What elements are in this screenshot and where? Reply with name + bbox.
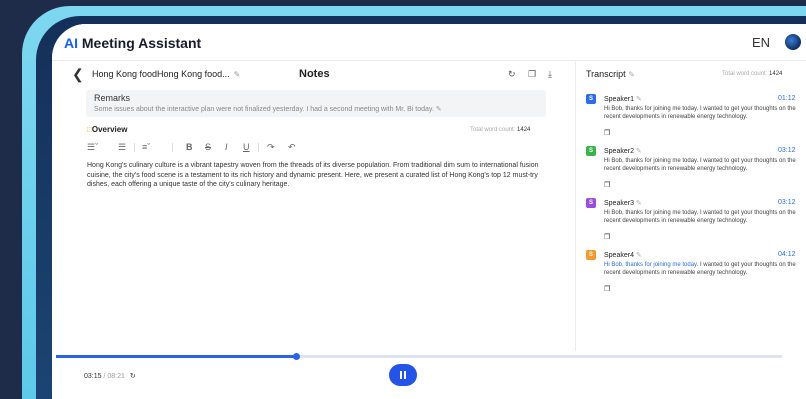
bold-icon[interactable]: B (186, 142, 193, 152)
toolbar-divider (134, 143, 135, 152)
notes-word-count: Total word count: 1424 (470, 127, 531, 133)
remarks-text: Some issues about the interactive plan w… (94, 106, 442, 113)
back-arrow-icon[interactable]: ❮ (72, 66, 84, 83)
copy-icon[interactable]: ❐ (604, 181, 610, 189)
speaker-name: Speaker1 ✎ (604, 96, 642, 103)
edit-pencil-icon[interactable]: ✎ (636, 200, 642, 207)
download-icon[interactable]: ⤓ (548, 69, 552, 80)
copy-icon[interactable]: ❐ (528, 69, 536, 80)
speaker-timestamp[interactable]: 01:12 (778, 95, 796, 102)
document-title: Hong Kong foodHong Kong food... ✎ (92, 69, 241, 79)
align-icon[interactable]: ≡ˇ (142, 142, 150, 152)
remarks-box: Remarks Some issues about the interactiv… (86, 90, 546, 117)
toolbar-divider (172, 143, 173, 152)
speaker-name: Speaker2 ✎ (604, 148, 642, 155)
italic-icon[interactable]: I (225, 142, 228, 152)
speaker-badge: S (586, 94, 596, 104)
overview-text[interactable]: Hong Kong's culinary culture is a vibran… (87, 161, 545, 190)
underline-icon[interactable]: U (243, 142, 250, 152)
app-window: AI Meeting Assistant EN ❮ Hong Kong food… (52, 24, 806, 399)
refresh-icon[interactable]: ↻ (508, 69, 516, 80)
copy-icon[interactable]: ❐ (604, 285, 610, 293)
speaker-text-highlight: Hi Bob, thanks for joining me today. (604, 262, 699, 268)
edit-pencil-icon[interactable]: ✎ (234, 70, 241, 79)
copy-icon[interactable]: ❐ (604, 233, 610, 241)
speaker-text: Hi Bob, thanks for joining me today. I w… (604, 210, 796, 224)
notes-panel: ❮ Hong Kong foodHong Kong food... ✎ Notes… (52, 61, 574, 351)
edit-pencil-icon[interactable]: ✎ (636, 252, 642, 259)
edit-pencil-icon[interactable]: ✎ (636, 148, 642, 155)
avatar[interactable] (785, 34, 801, 50)
audio-player: 03:15 / 08:21 ↻ (52, 351, 806, 399)
notes-toolbar: ❮ Hong Kong foodHong Kong food... ✎ Notes… (52, 61, 574, 87)
speaker-text: Hi Bob, thanks for joining me today. I w… (604, 106, 796, 120)
transcript-heading: Transcript ✎ (586, 69, 635, 79)
app-title: AI Meeting Assistant (64, 35, 202, 51)
edit-pencil-icon[interactable]: ✎ (436, 106, 442, 113)
progress-fill (56, 355, 296, 358)
speaker-text: Hi Bob, thanks for joining me today. I w… (604, 158, 796, 172)
transcript-word-count: Total word count: 1424 (722, 71, 783, 77)
edit-pencil-icon[interactable]: ✎ (628, 70, 635, 79)
speaker-badge: S (586, 146, 596, 156)
speaker-name: Speaker4 ✎ (604, 252, 642, 259)
pause-button[interactable] (389, 364, 417, 386)
redo-icon[interactable]: ↷ (267, 142, 275, 153)
speaker-text: Hi Bob, thanks for joining me today. I w… (604, 262, 796, 276)
speaker-timestamp[interactable]: 04:12 (778, 251, 796, 258)
replay-icon[interactable]: ↻ (130, 373, 136, 380)
copy-icon[interactable]: ❐ (604, 129, 610, 137)
language-switch[interactable]: EN (752, 35, 770, 50)
remarks-label: Remarks (94, 93, 131, 103)
speaker-timestamp[interactable]: 03:12 (778, 199, 796, 206)
app-header: AI Meeting Assistant EN (52, 24, 806, 61)
progress-handle[interactable] (292, 353, 300, 360)
transcript-panel: Transcript ✎ Total word count: 1424 S Sp… (575, 61, 806, 351)
speaker-name: Speaker3 ✎ (604, 200, 642, 207)
edit-pencil-icon[interactable]: ✎ (636, 96, 642, 103)
playback-time: 03:15 / 08:21 ↻ (84, 373, 136, 380)
numbered-list-icon[interactable]: ☰ (118, 142, 126, 153)
progress-bar[interactable] (56, 353, 782, 360)
bullet-list-icon[interactable]: ☰ˇ (87, 142, 98, 153)
speaker-timestamp[interactable]: 03:12 (778, 147, 796, 154)
speaker-badge: S (586, 198, 596, 208)
strikethrough-icon[interactable]: S (205, 142, 211, 152)
undo-icon[interactable]: ↶ (288, 142, 296, 153)
notes-heading: Notes (299, 68, 330, 80)
toolbar-divider (258, 143, 259, 152)
overview-heading: □Overview (87, 125, 128, 134)
speaker-badge: S (586, 250, 596, 260)
